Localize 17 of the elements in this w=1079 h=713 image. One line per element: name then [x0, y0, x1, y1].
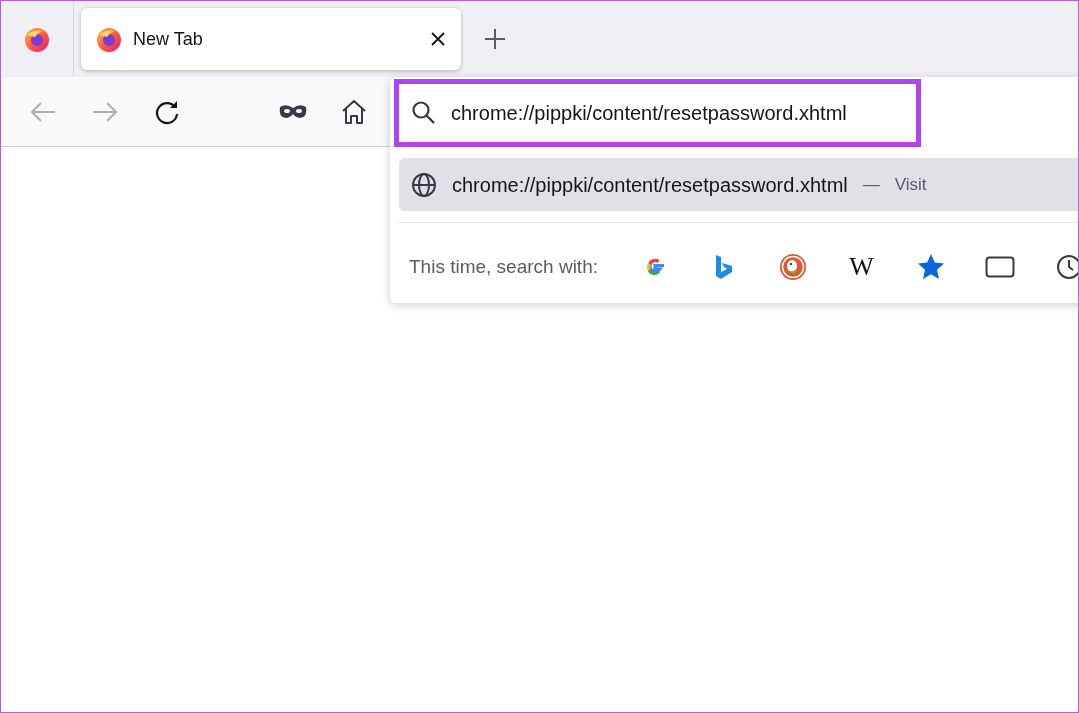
- browser-logo-icon: [23, 25, 51, 53]
- separator-dash: —: [862, 173, 880, 196]
- pinned-tab[interactable]: [23, 25, 51, 53]
- visit-label: Visit: [894, 173, 927, 196]
- browser-tab[interactable]: New Tab: [81, 8, 461, 70]
- globe-icon: [411, 171, 437, 198]
- wikipedia-button[interactable]: W: [827, 247, 896, 287]
- tab-title: New Tab: [133, 27, 204, 51]
- close-icon[interactable]: [429, 30, 447, 48]
- suggestion-row[interactable]: chrome://pippki/content/resetpassword.xhtml — Visit: [399, 158, 1078, 211]
- browser-logo-icon: [95, 25, 123, 53]
- new-tab-button[interactable]: [483, 27, 507, 51]
- address-bar[interactable]: chrome://pippki/content/resetpassword.xhtml: [394, 79, 921, 147]
- search-with-label: This time, search with:: [409, 254, 598, 279]
- search-icon: [411, 100, 437, 126]
- address-field[interactable]: chrome://pippki/content/resetpassword.xhtml: [451, 98, 901, 128]
- suggestion-url: chrome://pippki/content/resetpassword.xhtml: [452, 172, 848, 198]
